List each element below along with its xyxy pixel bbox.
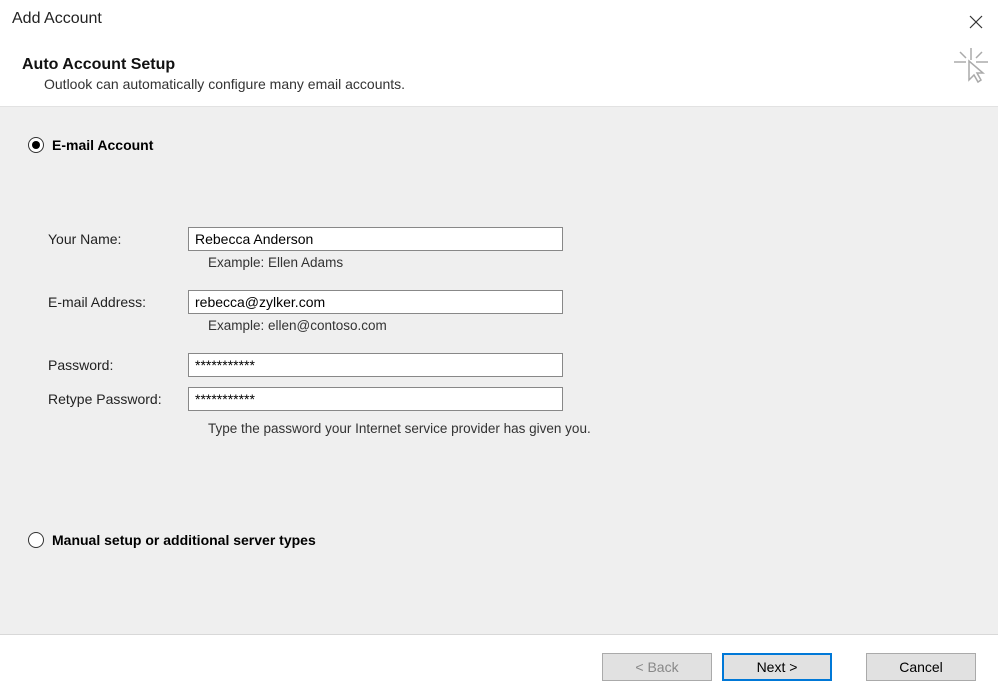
radio-manual-setup[interactable]: Manual setup or additional server types: [28, 532, 970, 548]
close-button[interactable]: [964, 10, 988, 34]
password-input[interactable]: [188, 353, 563, 377]
email-label: E-mail Address:: [48, 294, 188, 310]
radio-manual-setup-button[interactable]: [28, 532, 44, 548]
radio-email-account[interactable]: E-mail Account: [28, 137, 970, 153]
radio-email-account-label: E-mail Account: [52, 137, 153, 153]
name-row: Your Name:: [48, 227, 970, 251]
close-icon: [969, 15, 983, 29]
button-spacer: [842, 653, 856, 681]
radio-manual-setup-label: Manual setup or additional server types: [52, 532, 316, 548]
email-input[interactable]: [188, 290, 563, 314]
dialog-footer: < Back Next > Cancel: [0, 634, 998, 699]
cancel-button[interactable]: Cancel: [866, 653, 976, 681]
name-hint: Example: Ellen Adams: [208, 255, 970, 270]
next-button[interactable]: Next >: [722, 653, 832, 681]
cursor-sparkle-icon: [952, 46, 990, 87]
add-account-dialog: Add Account Auto Account Setup Outlook c…: [0, 0, 998, 699]
titlebar: Add Account: [0, 0, 998, 40]
retype-password-label: Retype Password:: [48, 391, 188, 407]
back-button: < Back: [602, 653, 712, 681]
password-row: Password:: [48, 353, 970, 377]
retype-password-row: Retype Password:: [48, 387, 970, 411]
name-label: Your Name:: [48, 231, 188, 247]
password-label: Password:: [48, 357, 188, 373]
header-title: Auto Account Setup: [22, 56, 986, 74]
retype-password-input[interactable]: [188, 387, 563, 411]
password-hint: Type the password your Internet service …: [208, 421, 970, 436]
radio-email-account-button[interactable]: [28, 137, 44, 153]
form-section: Your Name: Example: Ellen Adams E-mail A…: [48, 227, 970, 436]
email-row: E-mail Address:: [48, 290, 970, 314]
name-input[interactable]: [188, 227, 563, 251]
radio-selected-indicator: [32, 141, 40, 149]
email-hint: Example: ellen@contoso.com: [208, 318, 970, 333]
dialog-content: E-mail Account Your Name: Example: Ellen…: [0, 106, 998, 634]
dialog-header: Auto Account Setup Outlook can automatic…: [0, 40, 998, 106]
window-title: Add Account: [10, 10, 102, 28]
header-description: Outlook can automatically configure many…: [44, 76, 986, 92]
